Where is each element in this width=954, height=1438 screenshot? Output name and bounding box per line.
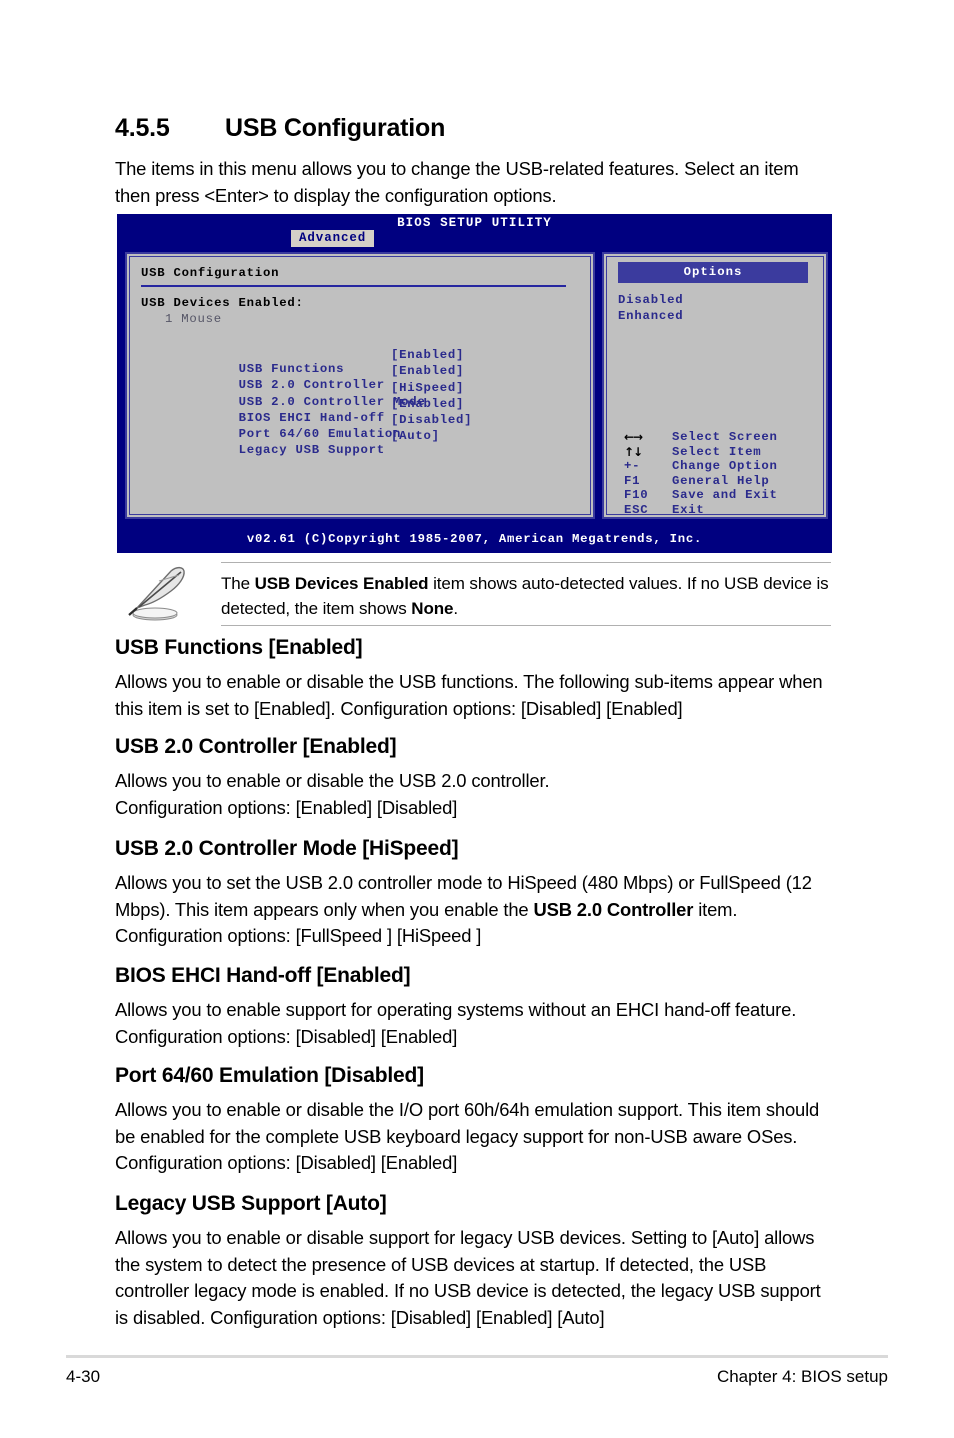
tab-advanced[interactable]: Advanced — [291, 230, 375, 247]
key-legend-label: Select Screen — [672, 430, 778, 444]
block-body: Allows you to enable support for operati… — [115, 999, 797, 1047]
bios-settings-panel: USB Configuration USB Devices Enabled: 1… — [125, 252, 595, 519]
bios-body: USB Configuration USB Devices Enabled: 1… — [117, 247, 832, 529]
block-body: Allows you to enable or disable support … — [115, 1227, 821, 1328]
bios-item-bios-ehci-hand-off[interactable]: BIOS EHCI Hand-off [Enabled] — [141, 397, 464, 425]
note-suffix: . — [453, 599, 459, 618]
block-heading: USB Functions [Enabled] — [115, 636, 363, 659]
bios-item-value: [HiSpeed] — [391, 380, 465, 395]
block-heading: USB 2.0 Controller [Enabled] — [115, 735, 397, 758]
bios-options-panel: Options Disabled Enhanced ←→ Select Scre… — [602, 252, 828, 519]
page-number: 4-30 — [66, 1367, 101, 1386]
esc-key: ESC — [624, 502, 649, 517]
key-legend-exit: ESC Exit — [624, 503, 722, 518]
manual-page: 4.5.5 USB Configuration The items in this… — [0, 0, 954, 1438]
bios-copyright: v02.61 (C)Copyright 1985-2007, American … — [246, 532, 703, 546]
note-bold-usb-devices-enabled: USB Devices Enabled — [254, 574, 429, 593]
bios-setup-screenshot: BIOS SETUP UTILITY Advanced USB Configur… — [117, 214, 832, 553]
block-heading: USB 2.0 Controller Mode [HiSpeed] — [115, 837, 459, 860]
bios-item-value: [Auto] — [391, 429, 440, 444]
options-header: Options — [618, 262, 808, 283]
bios-item-legacy-usb-support[interactable]: Legacy USB Support [Auto] — [141, 429, 439, 457]
bios-item-label: Legacy USB Support — [238, 443, 385, 458]
bios-item-value: [Enabled] — [391, 348, 465, 362]
note-divider-bottom — [221, 625, 831, 626]
block-usb-20-controller-mode: USB 2.0 Controller Mode [HiSpeed] Allows… — [115, 837, 831, 950]
block-usb-20-controller: USB 2.0 Controller [Enabled] Allows you … — [115, 735, 831, 821]
key-legend-label: Save and Exit — [672, 488, 778, 503]
bios-item-list: USB Functions [Enabled] USB 2.0 Controll… — [141, 348, 472, 457]
bios-header: BIOS SETUP UTILITY Advanced — [117, 214, 832, 247]
key-legend-label: Exit — [672, 502, 705, 517]
key-legend-save-and-exit: F10 Save and Exit — [624, 488, 777, 503]
usb-devices-enabled-label: USB Devices Enabled: — [141, 296, 304, 310]
section-title: USB Configuration — [225, 114, 446, 142]
note-divider-top — [221, 562, 831, 563]
bios-tabstrip — [117, 230, 832, 247]
key-legend-label: Change Option — [672, 459, 778, 474]
bios-item-value: [Enabled] — [391, 396, 465, 411]
block-heading: Port 64/60 Emulation [Disabled] — [115, 1064, 424, 1087]
f1-key: F1 — [624, 473, 641, 488]
key-legend-select-screen: ←→ Select Screen — [624, 430, 777, 445]
option-enhanced[interactable]: Enhanced — [618, 308, 683, 324]
quill-pen-icon — [115, 565, 199, 625]
key-legend-label: General Help — [672, 473, 770, 488]
option-disabled[interactable]: Disabled — [618, 292, 683, 308]
block-body: Allows you to enable or disable the I/O … — [115, 1099, 820, 1173]
block-body: Allows you to enable or disable the USB … — [115, 770, 550, 818]
bios-item-usb-20-controller-mode[interactable]: USB 2.0 Controller Mode [HiSpeed] — [141, 381, 464, 409]
note-bold-none: None — [411, 599, 454, 618]
left-right-arrow-icon: ←→ — [624, 430, 643, 444]
block-body: Allows you to set the USB 2.0 controller… — [115, 870, 831, 950]
bios-key-legend: ←→ Select Screen ↑↓ Select Item +- Chang… — [624, 430, 777, 518]
key-legend-select-item: ↑↓ Select Item — [624, 444, 761, 460]
key-legend-change-option: +- Change Option — [624, 459, 777, 474]
block-legacy-usb-support: Legacy USB Support [Auto] Allows you to … — [115, 1192, 831, 1331]
bios-footer: v02.61 (C)Copyright 1985-2007, American … — [117, 529, 832, 553]
block-body: Allows you to enable or disable the USB … — [115, 671, 823, 719]
block-heading: Legacy USB Support [Auto] — [115, 1192, 387, 1215]
bios-item-usb-functions[interactable]: USB Functions [Enabled] — [141, 348, 464, 376]
block-body-bold: USB 2.0 Controller — [533, 898, 694, 920]
bios-utility-title: BIOS SETUP UTILITY — [397, 216, 552, 230]
note-text: The USB Devices Enabled item shows auto-… — [221, 571, 831, 621]
bios-item-value: [Disabled] — [391, 413, 473, 428]
block-port-6460-emulation: Port 64/60 Emulation [Disabled] Allows y… — [115, 1064, 831, 1177]
block-bios-ehci-hand-off: BIOS EHCI Hand-off [Enabled] Allows you … — [115, 964, 831, 1050]
options-list: Disabled Enhanced — [618, 292, 683, 325]
section-number: 4.5.5 — [115, 114, 170, 142]
bios-item-value: [Enabled] — [391, 364, 465, 379]
page-title: 4.5.5 USB Configuration — [115, 114, 845, 143]
usb-devices-enabled-value: 1 Mouse — [165, 312, 222, 326]
bios-item-port-6460-emulation[interactable]: Port 64/60 Emulation [Disabled] — [141, 413, 472, 441]
f10-key: F10 — [624, 488, 649, 503]
key-legend-general-help: F1 General Help — [624, 473, 769, 489]
note-box: The USB Devices Enabled item shows auto-… — [115, 562, 831, 628]
chapter-label: Chapter 4: BIOS setup — [716, 1367, 888, 1386]
footer-divider — [66, 1355, 888, 1358]
key-legend-label: Select Item — [672, 444, 762, 459]
section-intro: The items in this menu allows you to cha… — [115, 158, 799, 206]
block-heading: BIOS EHCI Hand-off [Enabled] — [115, 964, 411, 987]
bios-item-usb-20-controller[interactable]: USB 2.0 Controller [Enabled] — [141, 364, 464, 392]
up-down-arrow-icon: ↑↓ — [624, 444, 643, 459]
note-prefix: The — [221, 574, 255, 593]
plus-minus-key: +- — [624, 459, 641, 474]
bios-panel-title: USB Configuration — [141, 266, 280, 280]
block-usb-functions: USB Functions [Enabled] Allows you to en… — [115, 636, 831, 722]
panel-title-divider — [141, 285, 566, 287]
